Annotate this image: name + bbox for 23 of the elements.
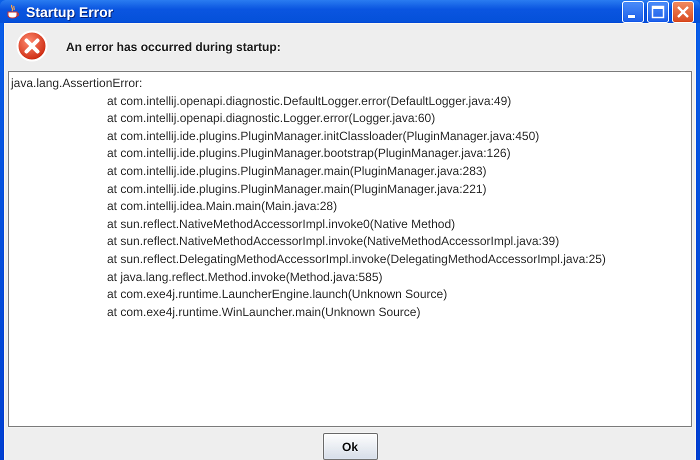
stack-frame-line: at com.intellij.ide.plugins.PluginManager.main(PluginManager.java:283) — [106, 162, 488, 180]
stack-frame-line: at com.exe4j.runtime.LauncherEngine.launch(Unknown Source) — [106, 286, 448, 304]
stack-frame-line: at java.lang.reflect.Method.invoke(Method.java:585) — [106, 268, 384, 286]
stack-frame-line: at sun.reflect.NativeMethodAccessorImpl.invoke(NativeMethodAccessorImpl.java:39) — [106, 233, 560, 250]
minimize-button[interactable] — [622, 0, 644, 22]
stack-frame-line: at com.intellij.openapi.diagnostic.DefaultLogger.error(DefaultLogger.java:49) — [106, 92, 512, 110]
error-message: An error has occurred during startup: — [66, 40, 281, 54]
window-title: Startup Error — [26, 4, 114, 20]
error-icon — [16, 30, 50, 64]
exception-name: java.lang.AssertionError: — [11, 75, 144, 92]
stack-frame-line: at com.exe4j.runtime.WinLauncher.main(Unknown Source) — [106, 304, 422, 321]
stack-frame-line: at com.intellij.ide.plugins.PluginManager.initClassloader(PluginManager.java:450) — [106, 128, 540, 145]
ok-button[interactable]: Ok — [322, 433, 378, 460]
minimize-icon — [628, 15, 634, 18]
coffee-cup-icon — [6, 4, 20, 20]
stack-frame-line: at sun.reflect.DelegatingMethodAccessorImpl.invoke(DelegatingMethodAccessorImpl.java:25) — [106, 250, 607, 268]
stack-frame-line: at com.intellij.ide.plugins.PluginManager.main(PluginManager.java:221) — [106, 180, 488, 198]
stack-frame-line: at com.intellij.idea.Main.main(Main.java:28) — [106, 198, 338, 216]
stack-frame-line: at sun.reflect.NativeMethodAccessorImpl.invoke0(Native Method) — [106, 216, 456, 233]
maximize-button[interactable] — [647, 0, 669, 22]
close-button[interactable] — [672, 0, 694, 22]
stack-frame-line: at com.intellij.openapi.diagnostic.Logger.error(Logger.java:60) — [106, 110, 436, 128]
stack-frame-line: at com.intellij.ide.plugins.PluginManager.bootstrap(PluginManager.java:126) — [106, 145, 512, 162]
